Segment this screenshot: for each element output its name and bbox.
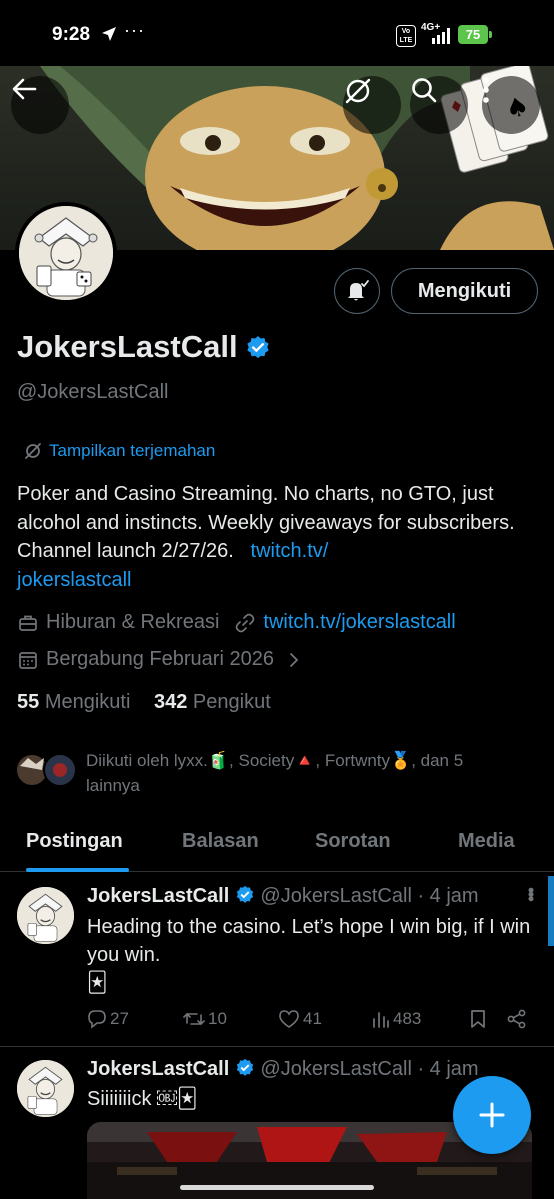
follow-stats: 55 Mengikuti 342 Pengikut [17,691,271,714]
repost-button[interactable]: 10 [183,1009,227,1029]
profile-tabs: Postingan Balasan Sorotan Media [0,820,554,872]
bookmark-icon [471,1010,485,1028]
joined-date: Bergabung Februari 2026 [46,648,274,670]
more-vertical-icon [483,77,489,103]
bell-check-icon [348,280,369,301]
verified-badge-icon [236,1058,254,1076]
post-author-name[interactable]: JokersLastCall [87,1058,229,1080]
post-author-handle[interactable]: @JokersLastCall [260,885,411,907]
profile-category: Hiburan & Rekreasi [46,611,220,633]
translate-label: Tampilkan terjemahan [49,441,216,460]
tab-posts[interactable]: Postingan [26,830,123,853]
profile-handle: @JokersLastCall [17,381,169,403]
following-stat[interactable]: 55 Mengikuti [17,691,130,713]
profile-website-link[interactable]: twitch.tv/jokerslastcall [263,611,455,634]
bookmark-button[interactable] [469,1009,487,1029]
post-author-avatar[interactable] [17,1060,74,1117]
more-options-button[interactable] [482,76,540,134]
post-author-avatar[interactable] [17,887,74,944]
signal-icon [432,28,450,44]
compose-post-button[interactable] [453,1076,531,1154]
grok-translate-icon [25,443,41,459]
status-time: 9:28 [52,24,91,45]
post-time: · 4 jam [417,1058,479,1080]
reply-button[interactable]: 27 [87,1009,129,1029]
search-button[interactable] [410,76,468,134]
verified-badge-icon [247,336,269,359]
post-time: · 4 jam [417,885,479,907]
profile-meta-row: Hiburan & Rekreasi twitch.tv/jokerslastc… [18,611,456,634]
link-icon [236,613,255,632]
post-author-name[interactable]: JokersLastCall [87,885,229,907]
arrow-left-icon [12,78,37,100]
show-translation-link[interactable]: Tampilkan terjemahan [24,441,215,461]
grok-icon [345,78,371,104]
send-icon [101,26,117,47]
calendar-icon [19,651,37,669]
back-button[interactable] [11,76,69,134]
heart-icon [279,1010,299,1028]
avatar [19,206,113,300]
share-button[interactable] [507,1009,527,1029]
views-chart-icon [373,1012,389,1028]
joined-row[interactable]: Bergabung Februari 2026 [18,648,300,671]
post-actions: 27 10 41 483 [87,1009,537,1035]
share-icon [507,1009,526,1029]
jester-avatar-image [17,887,74,944]
tab-highlights[interactable]: Sorotan [315,830,391,853]
followers-stat[interactable]: 342 Pengikut [154,691,271,713]
profile-avatar[interactable] [15,202,117,304]
home-indicator[interactable] [180,1185,374,1190]
chevron-right-icon [290,652,299,667]
active-tab-indicator [26,868,129,872]
jester-avatar-image [19,206,113,300]
post-more-icon[interactable]: ••• [520,887,541,900]
notification-bell-button[interactable] [334,268,380,314]
scroll-indicator [548,876,554,946]
post-author-handle[interactable]: @JokersLastCall [260,1058,411,1080]
tab-replies[interactable]: Balasan [182,830,259,853]
post-item[interactable]: JokersLastCall @JokersLastCall · 4 jam •… [0,873,554,1046]
post-text: Heading to the casino. Let’s hope I win … [87,916,531,994]
like-button[interactable]: 41 [278,1009,322,1029]
post-header: JokersLastCall @JokersLastCall · 4 jam [87,885,479,908]
more-notifications-icon: ··· [124,20,145,40]
volte-icon: Vo LTE [396,25,416,47]
following-button[interactable]: Mengikuti [391,268,538,314]
followed-by-text[interactable]: Diikuti oleh lyxx.🧃, Society🔺, Fortwnty🏅… [86,748,516,798]
tab-media[interactable]: Media [458,830,515,853]
mutual-followers-avatars[interactable] [14,752,80,788]
search-icon [412,78,437,103]
status-bar: 9:28 ··· Vo LTE 4G+ 75 [0,0,554,66]
battery-icon: 75 [458,25,492,44]
grok-button[interactable] [343,76,401,134]
profile-display-name: JokersLastCall [17,329,238,364]
profile-bio: Poker and Casino Streaming. No charts, n… [17,480,537,594]
post-header: JokersLastCall @JokersLastCall · 4 jam [87,1058,479,1081]
verified-badge-icon [236,885,254,903]
views-button[interactable]: 483 [372,1009,421,1029]
joker-card-emoji: 🃏 [87,972,108,994]
reply-icon [88,1010,106,1029]
jester-avatar-image [17,1060,74,1117]
repost-icon [183,1012,205,1026]
briefcase-icon [19,615,37,631]
plus-icon [479,1102,505,1128]
